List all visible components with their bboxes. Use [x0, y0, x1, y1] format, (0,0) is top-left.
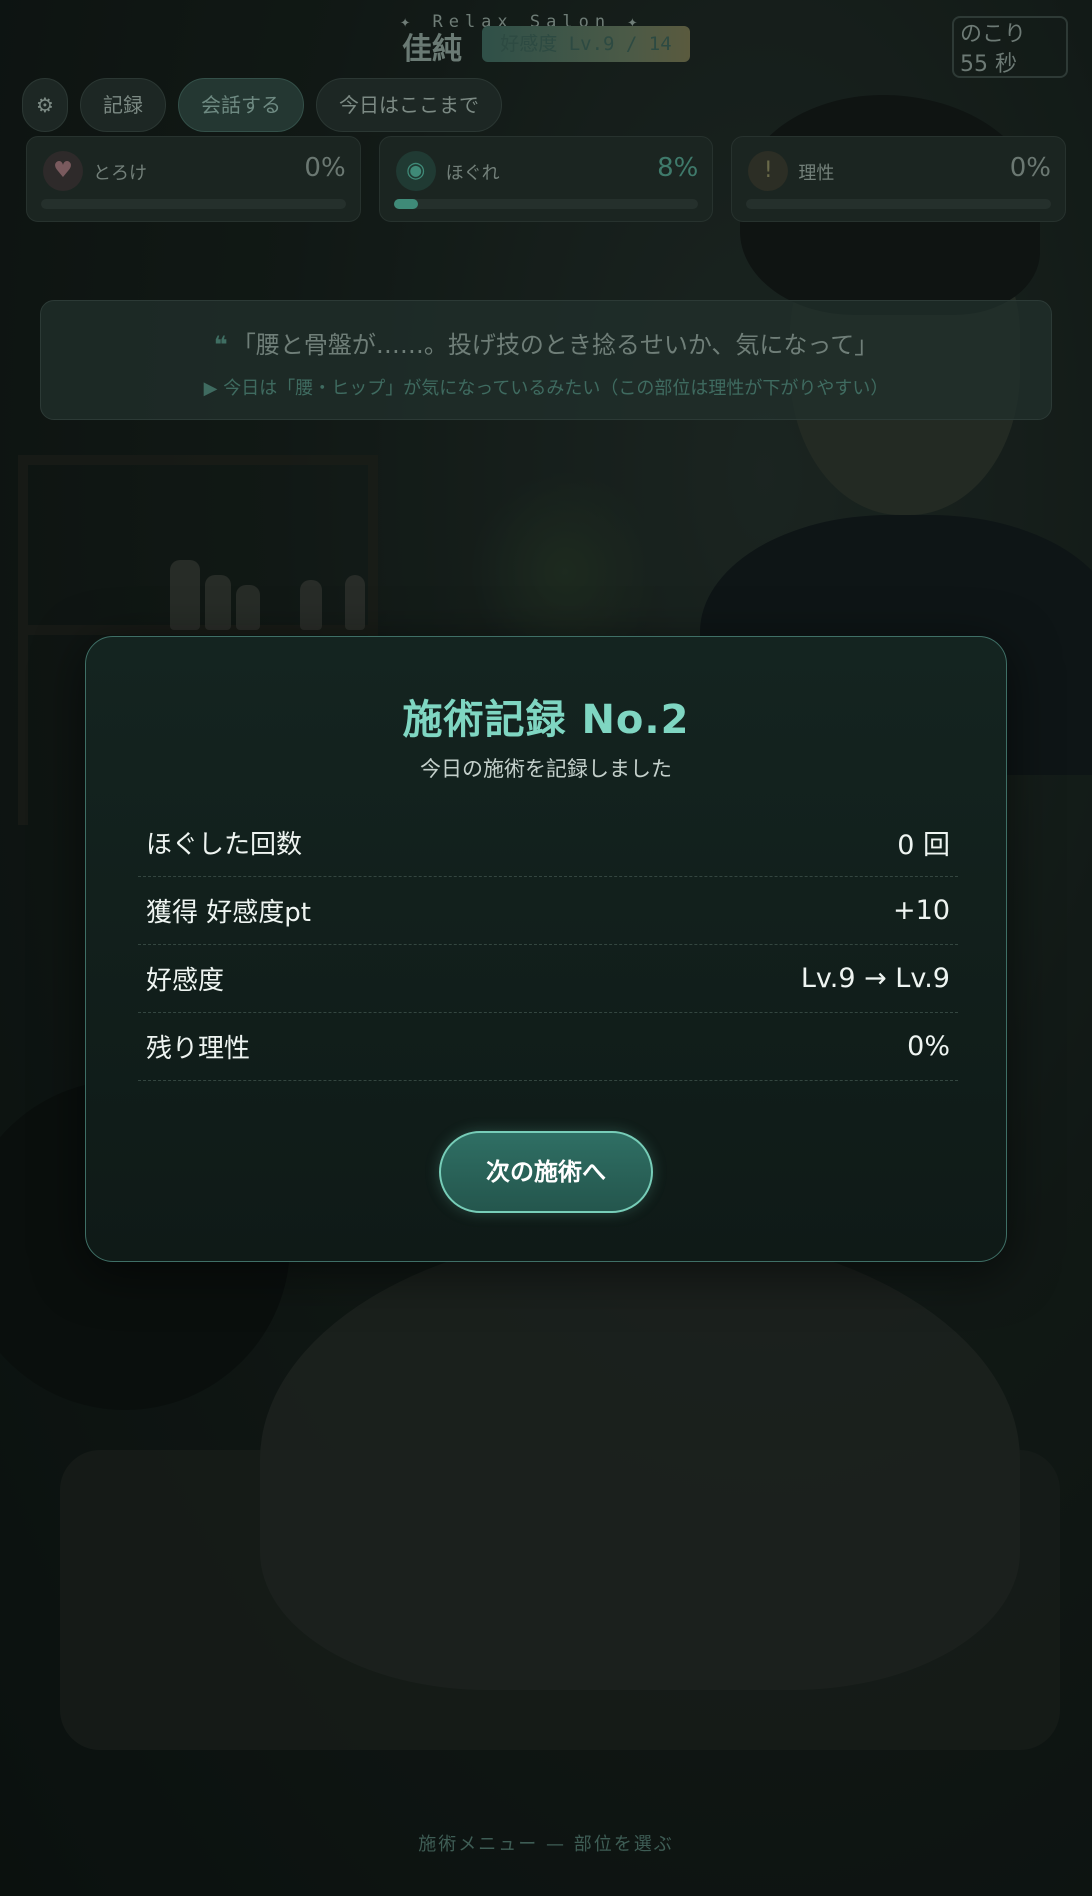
end-session-button[interactable]: 今日はここまで: [316, 78, 502, 132]
dialogue-box: ❝ 「腰と骨盤が……。投げ技のとき捻るせいか、気になって」 ▶ 今日は「腰・ヒップ…: [40, 300, 1052, 420]
stat-label: 残り理性: [146, 1034, 251, 1064]
meter-label: とろけ: [93, 163, 147, 184]
record-button[interactable]: 記録: [80, 78, 166, 132]
stat-value: 0%: [907, 1031, 950, 1062]
dialogue-line: ❝ 「腰と骨盤が……。投げ技のとき捻るせいか、気になって」: [41, 325, 1051, 360]
heart-icon: ♥: [43, 151, 83, 191]
dialogue-hint: ▶ 今日は「腰・ヒップ」が気になっているみたい（この部位は理性が下がりやすい）: [203, 378, 889, 399]
meter-value: 8%: [657, 153, 699, 183]
meter-label: 理性: [798, 163, 835, 184]
stat-row-affinity-level: 好感度 Lv.9 → Lv.9: [138, 945, 958, 1013]
toolbar: ⚙ 記録 会話する 今日はここまで: [22, 78, 502, 132]
meter-track: [746, 199, 1052, 209]
stat-label: 好感度: [146, 966, 225, 996]
talk-button[interactable]: 会話する: [178, 78, 304, 132]
gear-icon: ⚙: [36, 93, 54, 117]
timer: のこり 55 秒: [952, 16, 1068, 78]
quote-icon: ❝: [213, 331, 228, 359]
stat-value: 0 回: [897, 830, 950, 861]
exclamation-icon: !: [748, 151, 789, 191]
meter-fill: [393, 199, 419, 209]
stat-row-count: ほぐした回数 0 回: [138, 809, 958, 877]
stat-row-remaining-reason: 残り理性 0%: [138, 1013, 958, 1081]
dialogue-text: 「腰と骨盤が……。投げ技のとき捻るせいか、気になって」: [231, 331, 879, 359]
stat-label: 獲得 好感度pt: [146, 898, 311, 928]
meter-track: [41, 199, 346, 209]
meter-value: 0%: [1009, 153, 1052, 183]
meter-track: [393, 199, 699, 209]
top-header: ✦ Relax Salon ✦ 佳純 好感度 Lv.9 / 14 のこり 55 …: [0, 0, 1092, 78]
meter-value: 0%: [304, 153, 346, 183]
meter-torokе: ♥ とろけ 0%: [26, 136, 361, 222]
stat-value: +10: [893, 895, 950, 926]
stat-row-affinity-points: 獲得 好感度pt +10: [138, 877, 958, 945]
status-meters: ♥ とろけ 0% ◉ ほぐれ 8% ! 理性 0%: [26, 136, 1067, 222]
modal-subtitle: 今日の施術を記録しました: [420, 757, 672, 781]
meter-risei: ! 理性 0%: [731, 136, 1067, 222]
modal-title: 施術記録 No.2: [402, 697, 690, 743]
character-name: 佳純: [402, 32, 462, 67]
stat-value: Lv.9 → Lv.9: [800, 963, 950, 994]
meter-label: ほぐれ: [445, 163, 500, 184]
next-session-button[interactable]: 次の施術へ: [439, 1131, 653, 1213]
footer-hint: 施術メニュー — 部位を選ぶ: [418, 1834, 674, 1855]
stat-label: ほぐした回数: [146, 830, 303, 860]
meter-hogure: ◉ ほぐれ 8%: [378, 136, 714, 222]
stats-list: ほぐした回数 0 回 獲得 好感度pt +10 好感度 Lv.9 → Lv.9 …: [138, 809, 958, 1081]
session-record-modal: 施術記録 No.2 今日の施術を記録しました ほぐした回数 0 回 獲得 好感度…: [85, 636, 1007, 1262]
settings-button[interactable]: ⚙: [22, 78, 68, 132]
affinity-badge: 好感度 Lv.9 / 14: [482, 26, 690, 62]
target-icon: ◉: [395, 151, 436, 191]
